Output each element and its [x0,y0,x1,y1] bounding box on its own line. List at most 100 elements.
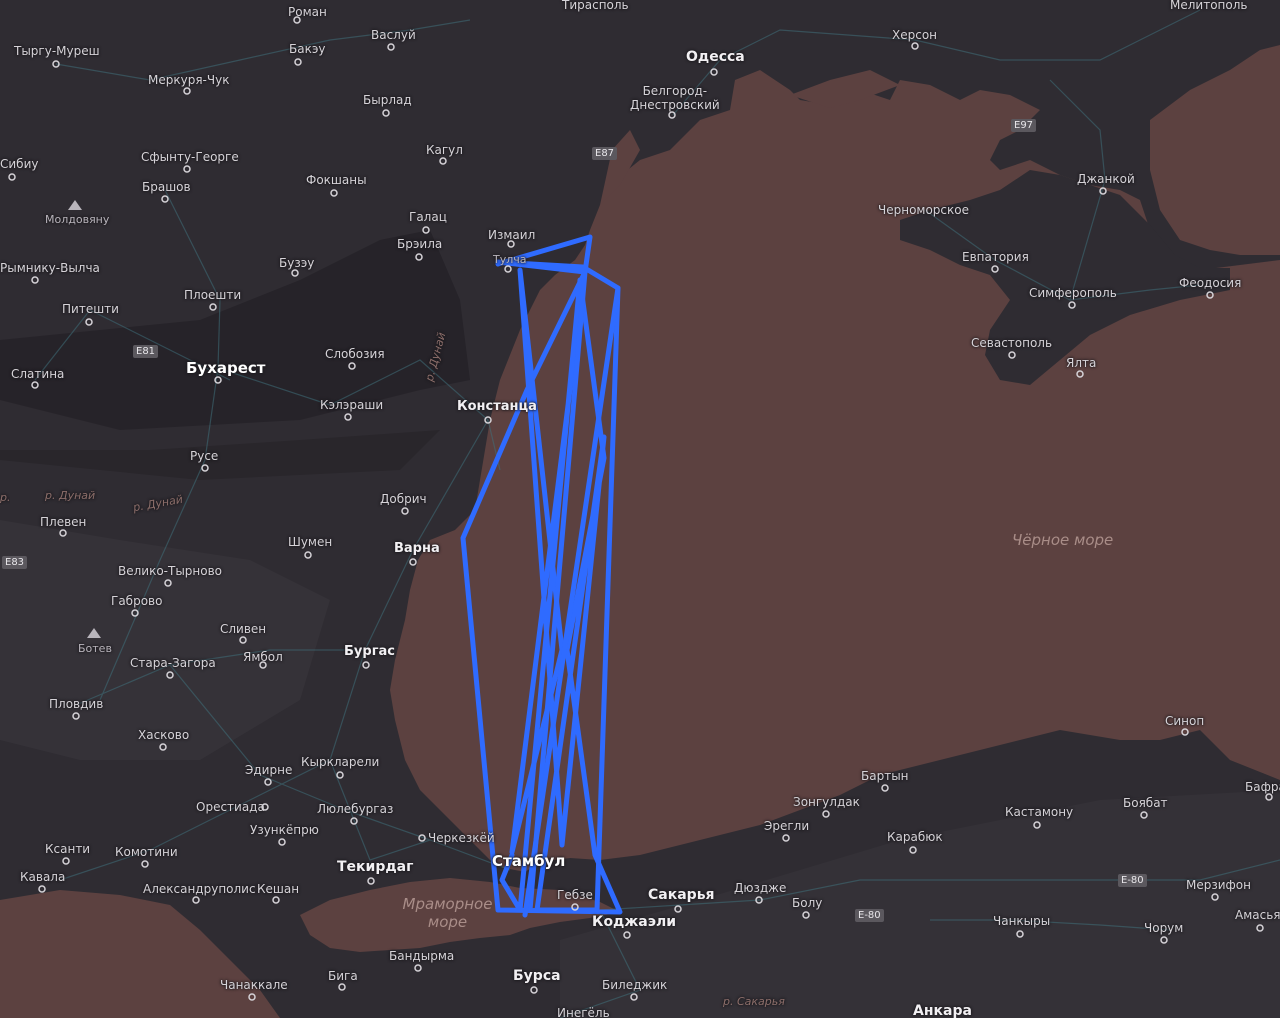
place-label: Люлебургаз [317,802,394,816]
road-shield: E87 [592,147,618,160]
place-label: Херсон [892,28,938,42]
place-label: Синоп [1165,714,1205,728]
place-label: Молдовяну [45,213,110,226]
place-label: Амасья [1235,908,1280,922]
place-label: Пловдив [49,697,104,711]
place-label: Дюздже [734,881,787,895]
place-label: Сакарья [648,887,715,903]
place-label: Слобозия [325,347,385,361]
place-label: Бурса [513,968,561,984]
place-label: Ботев [78,642,112,655]
place-label: Ямбол [243,650,283,664]
place-label: Измаил [488,228,536,242]
place-label: Шумен [288,535,333,549]
place-label: Сливен [220,622,267,636]
place-label: Карабюк [887,830,943,844]
road-shield: E81 [133,345,159,358]
place-label: Кешан [257,882,300,896]
place-label: Боябат [1123,796,1168,810]
river-label: р. Сакарья [723,995,785,1008]
place-label: Кастамону [1005,805,1074,819]
place-label: Плоешти [184,288,242,302]
place-label: Кавала [20,870,66,884]
place-label: Бартын [861,769,909,783]
place-label: Орестиада [196,800,265,814]
place-label: Инегёль [557,1006,610,1018]
place-label: Добрич [380,492,427,506]
place-label: Варна [394,541,440,556]
place-label: Кыркларели [301,755,380,769]
place-label: Эдирне [245,763,293,777]
place-label: Чорум [1144,921,1184,935]
place-label: Комотини [115,845,178,859]
place-label: Констанца [457,399,537,414]
place-label: Ялта [1066,356,1097,370]
place-label: Роман [288,5,327,19]
river-label: р. Дунай [0,491,10,504]
road-shield: E-80 [855,909,884,922]
place-label: Бузэу [279,256,315,270]
place-label: Бухарест [186,359,266,377]
place-label: Рымнику-Вылча [0,261,100,275]
place-label: Галац [409,210,447,224]
place-label: Джанкой [1077,172,1135,186]
place-label: Кэлэраши [320,398,384,412]
place-label: Симферополь [1029,286,1117,300]
place-label: Мерзифон [1186,878,1251,892]
road-shield: E97 [1011,119,1037,132]
place-label: Феодосия [1179,276,1242,290]
place-label: Сибиу [0,157,39,171]
place-label: Белгород- Днестровский [630,84,720,112]
marmara-sea-label: Мраморное море [402,895,493,931]
black-sea-label: Чёрное море [1012,531,1114,549]
river-label: р. Дунай [45,489,96,502]
road-shield: E-80 [1118,874,1147,887]
place-label: Васлуй [371,28,416,42]
place-label: Фокшаны [306,173,367,187]
place-label: Брашов [142,180,191,194]
place-label: Анкара [913,1003,972,1018]
place-label: Хасково [138,728,190,742]
place-label: Черкезкёй [428,831,495,845]
place-label: Меркуря-Чук [148,73,230,87]
place-label: Велико-Тырново [118,564,223,578]
place-label: Зонгулдак [793,795,860,809]
place-label: Александруполис [143,882,256,896]
place-label: Тирасполь [562,0,629,12]
place-label: Кагул [426,143,463,157]
place-label: Питешти [62,302,119,316]
place-label: Стара-Загора [130,656,216,670]
place-label: Одесса [686,49,745,65]
place-label: Тулча [493,253,527,266]
place-label: Русе [190,449,219,463]
place-label: Текирдаг [337,859,414,875]
place-label: Болу [792,896,823,910]
place-label: Слатина [11,367,65,381]
place-label: Бига [328,969,358,983]
place-label: Бакэу [289,42,326,56]
place-label: Мелитополь [1170,0,1248,12]
place-label: Стамбул [492,852,566,870]
road-shield: E83 [2,556,28,569]
place-label: Ксанти [45,842,91,856]
place-label: Черноморское [878,203,969,217]
place-label: Бандырма [389,949,455,963]
place-label: Сфынту-Георге [141,150,239,164]
place-label: Эрегли [764,819,810,833]
place-label: Бафра [1245,780,1280,794]
place-label: Бургас [344,644,395,659]
place-label: Плевен [40,515,87,529]
place-label: Биледжик [602,978,668,992]
place-label: Евпатория [962,250,1029,264]
place-label: Бырлад [363,93,412,107]
place-label: Брэила [397,237,443,251]
place-label: Гебзе [557,888,593,902]
map-view[interactable]: Чёрное море Мраморное море р. Дунай р. Д… [0,0,1280,1018]
place-label: Севастополь [971,336,1053,350]
place-label: Габрово [111,594,163,608]
place-label: Тыргу-Муреш [14,44,100,58]
place-label: Чанаккале [220,978,288,992]
place-label: Узункёпрю [250,823,319,837]
place-label: Чанкыры [993,914,1051,928]
place-label: Коджаэли [592,914,677,930]
